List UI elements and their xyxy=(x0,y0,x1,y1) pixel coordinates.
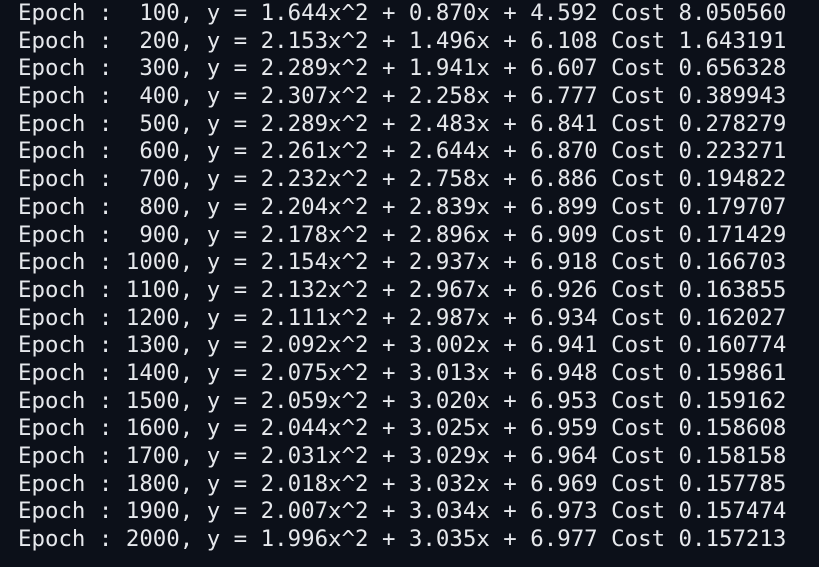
output-line: Epoch : 500, y = 2.289x^2 + 2.483x + 6.8… xyxy=(18,110,787,137)
output-line: Epoch : 1400, y = 2.075x^2 + 3.013x + 6.… xyxy=(18,359,787,386)
output-lines: Epoch : 100, y = 1.644x^2 + 0.870x + 4.5… xyxy=(18,0,786,554)
output-line: Epoch : 1500, y = 2.059x^2 + 3.020x + 6.… xyxy=(18,387,787,414)
output-line: Epoch : 400, y = 2.307x^2 + 2.258x + 6.7… xyxy=(18,83,787,110)
output-line: Epoch : 1700, y = 2.031x^2 + 3.029x + 6.… xyxy=(18,443,787,469)
output-line: Epoch : 200, y = 2.153x^2 + 1.496x + 6.1… xyxy=(18,27,787,54)
output-line: Epoch : 700, y = 2.232x^2 + 2.758x + 6.8… xyxy=(18,166,787,193)
output-line: Epoch : 900, y = 2.178x^2 + 2.896x + 6.9… xyxy=(18,221,787,248)
output-line: Epoch : 1600, y = 2.044x^2 + 3.025x + 6.… xyxy=(18,415,787,442)
output-line: Epoch : 300, y = 2.289x^2 + 1.941x + 6.6… xyxy=(18,55,787,82)
output-line: Epoch : 800, y = 2.204x^2 + 2.839x + 6.8… xyxy=(18,193,787,220)
output-line: Epoch : 1200, y = 2.111x^2 + 2.987x + 6.… xyxy=(18,304,787,331)
output-line: Epoch : 1100, y = 2.132x^2 + 2.967x + 6.… xyxy=(18,276,787,303)
terminal-output[interactable]: Epoch : 100, y = 1.644x^2 + 0.870x + 4.5… xyxy=(0,0,819,567)
output-line: Epoch : 600, y = 2.261x^2 + 2.644x + 6.8… xyxy=(18,138,787,165)
output-line: Epoch : 1900, y = 2.007x^2 + 3.034x + 6.… xyxy=(18,498,787,525)
output-line: Epoch : 1300, y = 2.092x^2 + 3.002x + 6.… xyxy=(18,332,787,359)
output-line: Epoch : 2000, y = 1.996x^2 + 3.035x + 6.… xyxy=(18,526,787,553)
output-line: Epoch : 100, y = 1.644x^2 + 0.870x + 4.5… xyxy=(18,0,787,26)
output-line: Epoch : 1800, y = 2.018x^2 + 3.032x + 6.… xyxy=(18,470,787,497)
output-line: Epoch : 1000, y = 2.154x^2 + 2.937x + 6.… xyxy=(18,249,787,276)
